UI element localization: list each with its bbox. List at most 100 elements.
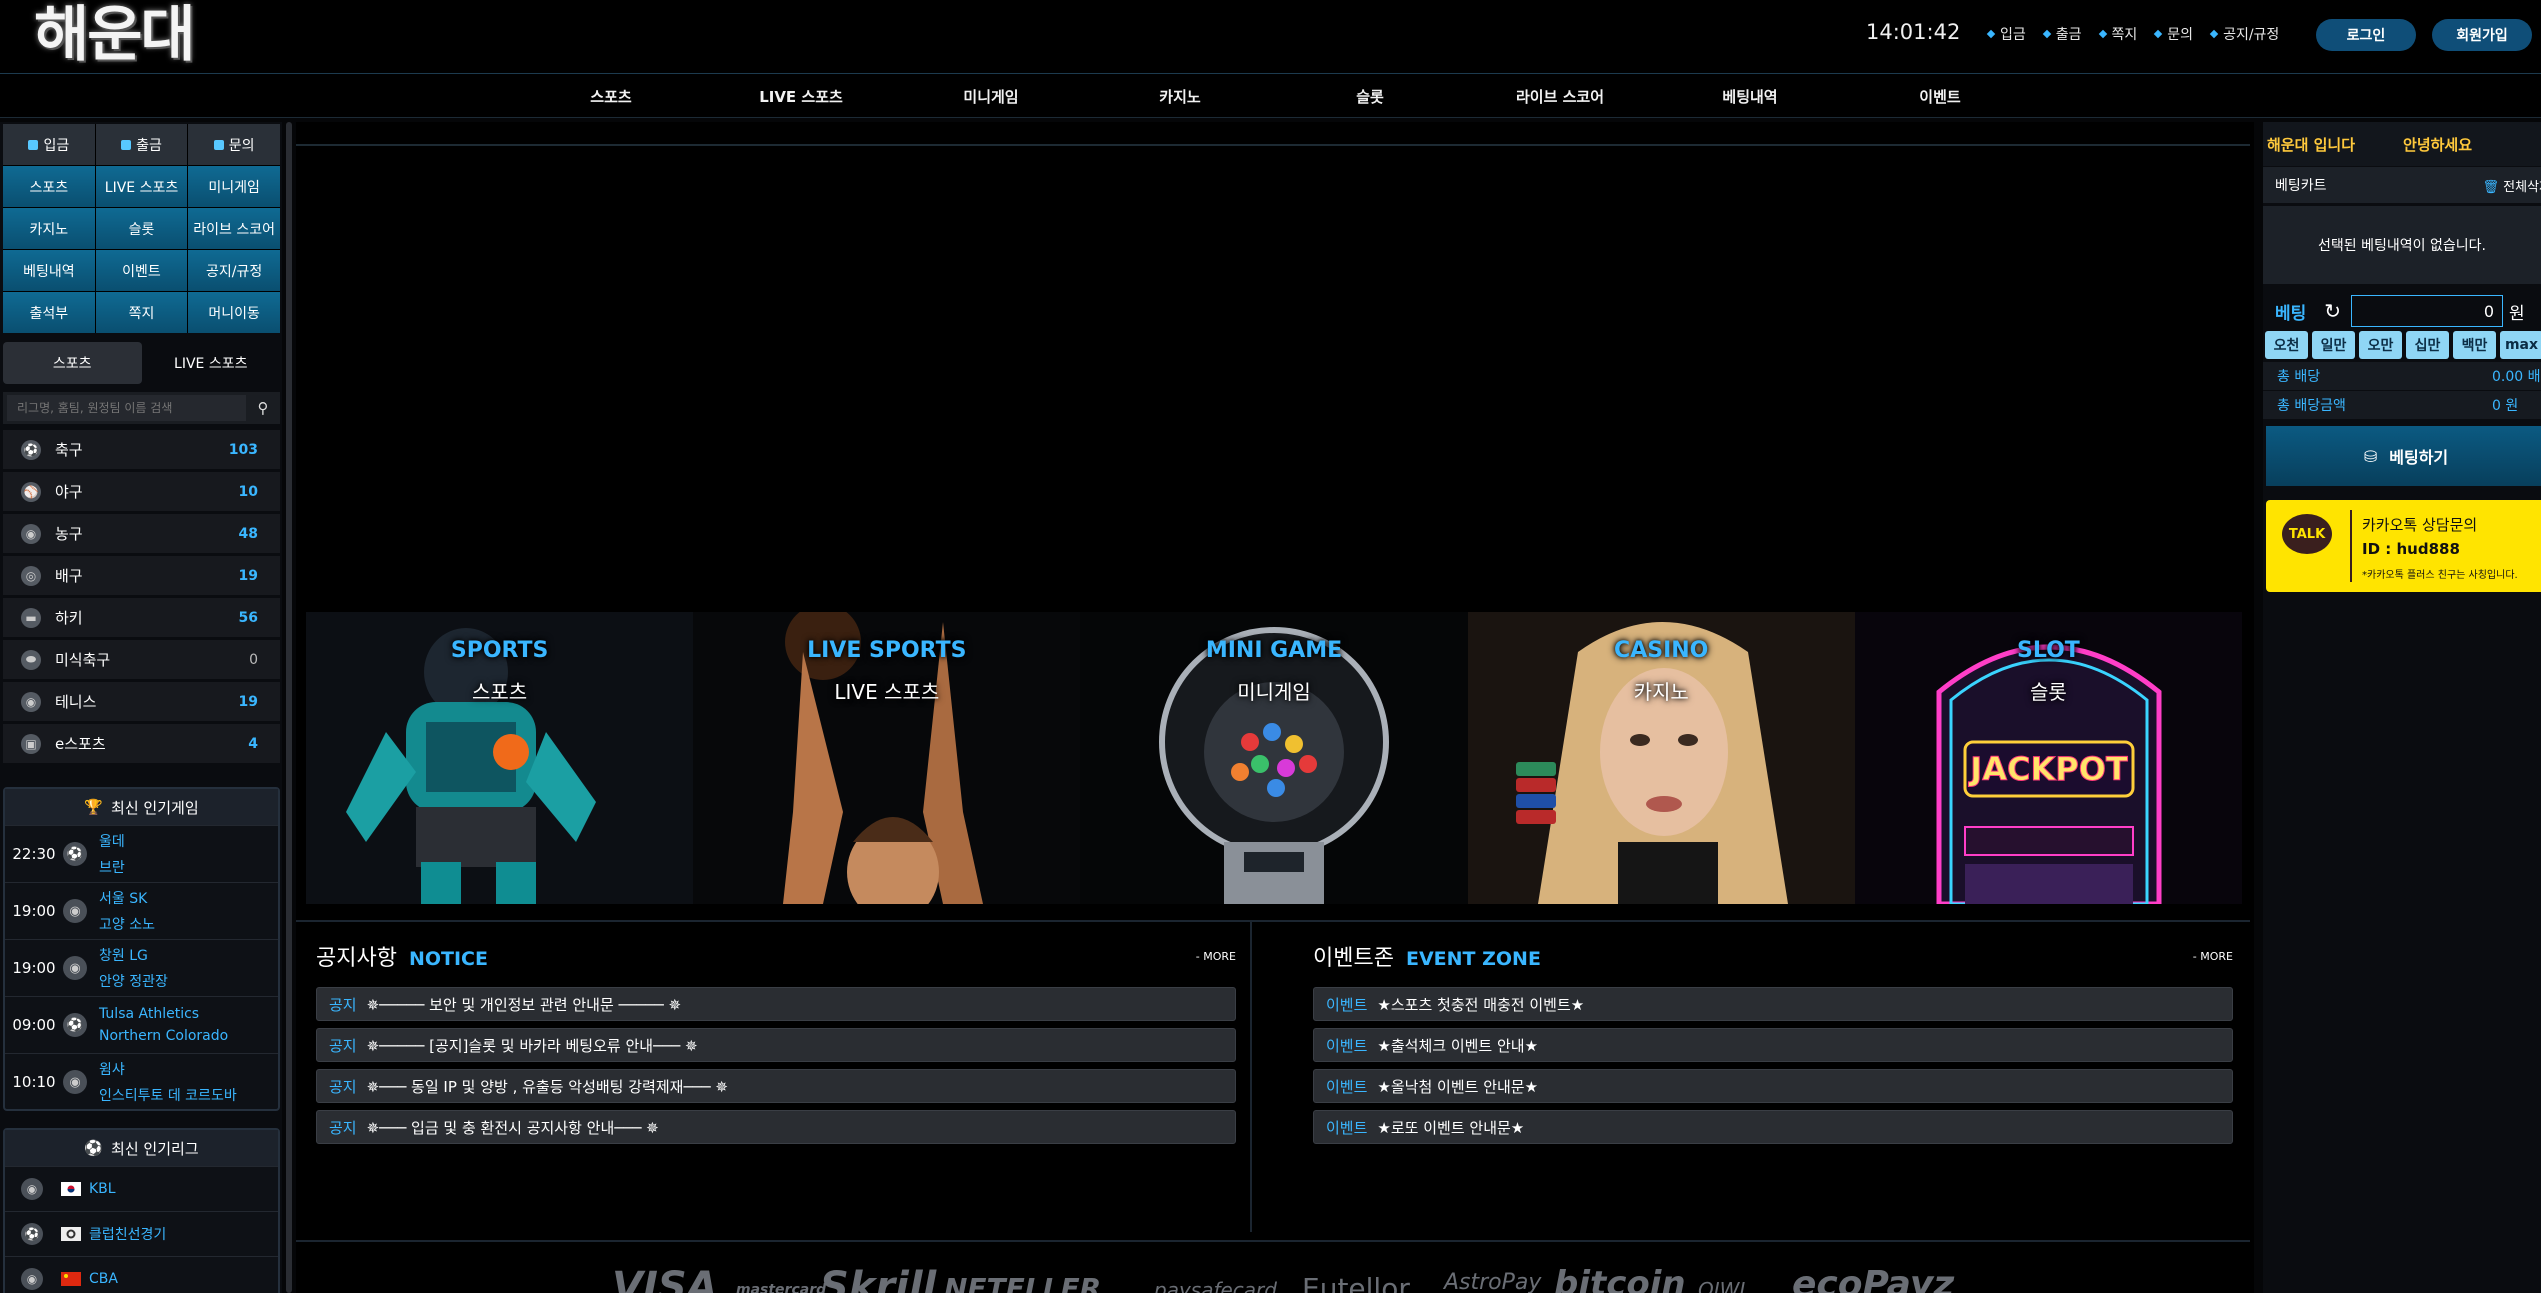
kakao-contact-banner[interactable]: TALK 카카오톡 상담문의 ID : hud888 *카카오톡 플러스 친구는… xyxy=(2266,500,2541,592)
popular-leagues: ⚽ 최신 인기리그 ◉ KBL ⚽ 클럽친선경기 ◉ CBA xyxy=(3,1128,280,1293)
menu-slot[interactable]: 슬롯 xyxy=(95,208,188,249)
top-link-inquiry[interactable]: 문의 xyxy=(2154,24,2194,44)
football-icon: ⬬ xyxy=(21,649,41,670)
menu-notice[interactable]: 공지/규정 xyxy=(188,250,280,291)
notice-tag: 공지 xyxy=(329,995,357,1014)
game-row[interactable]: 22:30 ⚽ 울데 브란 xyxy=(5,825,278,882)
search-input[interactable] xyxy=(7,395,246,421)
event-item[interactable]: 이벤트 ★스포츠 첫충전 매충전 이벤트★ xyxy=(1313,987,2233,1021)
nav-slot[interactable]: 슬롯 xyxy=(1356,86,1384,107)
sport-item-volleyball[interactable]: ◎ 배구 19 xyxy=(3,556,280,596)
tab-live-sports[interactable]: LIVE 스포츠 xyxy=(142,342,281,384)
menu-event[interactable]: 이벤트 xyxy=(95,250,188,291)
menu-inquiry[interactable]: 문의 xyxy=(188,124,280,165)
sport-item-soccer[interactable]: ⚽ 축구 103 xyxy=(3,430,280,470)
notice-item[interactable]: 공지 ✵─── 입금 및 충 환전시 공지사항 안내─── ✵ xyxy=(316,1110,1236,1144)
menu-money-transfer[interactable]: 머니이동 xyxy=(188,292,280,333)
menu-live-sports[interactable]: LIVE 스포츠 xyxy=(95,166,188,207)
menu-minigame[interactable]: 미니게임 xyxy=(188,166,280,207)
card-title: MINI GAME xyxy=(1205,638,1343,663)
kakao-id: ID : hud888 xyxy=(2362,540,2460,558)
refresh-icon[interactable]: ↻ xyxy=(2324,299,2341,323)
league-row[interactable]: ◉ KBL xyxy=(5,1166,278,1211)
menu-live-score[interactable]: 라이브 스코어 xyxy=(188,208,280,249)
sport-item-baseball[interactable]: ⚾ 야구 10 xyxy=(3,472,280,512)
nav-casino[interactable]: 카지노 xyxy=(1159,86,1200,107)
menu-message[interactable]: 쪽지 xyxy=(95,292,188,333)
menu-sports[interactable]: 스포츠 xyxy=(3,166,95,207)
card-live-sports[interactable]: LIVE SPORTS LIVE 스포츠 xyxy=(693,612,1081,904)
basketball-icon: ◉ xyxy=(21,1178,43,1200)
event-more-link[interactable]: - MORE xyxy=(2193,950,2233,963)
amount-10000-button[interactable]: 일만 xyxy=(2312,331,2355,359)
menu-bet-history[interactable]: 베팅내역 xyxy=(3,250,95,291)
sport-item-tennis[interactable]: ◉ 테니스 19 xyxy=(3,682,280,722)
nav-event[interactable]: 이벤트 xyxy=(1919,86,1960,107)
menu-deposit[interactable]: 입금 xyxy=(3,124,95,165)
event-item[interactable]: 이벤트 ★출석체크 이벤트 안내★ xyxy=(1313,1028,2233,1062)
amount-100000-button[interactable]: 십만 xyxy=(2406,331,2449,359)
notice-item[interactable]: 공지 ✵───── [공지]슬롯 및 바카라 베팅오류 안내─── ✵ xyxy=(316,1028,1236,1062)
notice-item[interactable]: 공지 ✵─── 동일 IP 및 양방 , 유출등 악성배팅 강력제재─── ✵ xyxy=(316,1069,1236,1103)
bet-label: 베팅 xyxy=(2275,303,2307,324)
bet-amount-input[interactable] xyxy=(2351,295,2504,327)
sport-item-esports[interactable]: ▣ e스포츠 4 xyxy=(3,724,280,764)
league-row[interactable]: ◉ CBA xyxy=(5,1256,278,1293)
league-row[interactable]: ⚽ 클럽친선경기 xyxy=(5,1211,278,1256)
card-casino[interactable]: CASINO 카지노 xyxy=(1467,612,1855,904)
nav-bet-history[interactable]: 베팅내역 xyxy=(1722,86,1777,107)
event-text: ★스포츠 첫충전 매충전 이벤트★ xyxy=(1377,995,1585,1014)
left-scrollbar[interactable] xyxy=(286,122,292,1293)
notice-title-kr: 공지사항 xyxy=(316,946,397,971)
diamond-icon xyxy=(2209,29,2219,39)
sport-item-hockey[interactable]: ▬ 하키 56 xyxy=(3,598,280,638)
card-sports[interactable]: SPORTS 스포츠 xyxy=(306,612,694,904)
sport-item-football[interactable]: ⬬ 미식축구 0 xyxy=(3,640,280,680)
clear-all-button[interactable]: 🗑 전체삭제 xyxy=(2483,176,2541,195)
place-bet-label: 베팅하기 xyxy=(2389,448,2449,467)
game-row[interactable]: 09:00 ⚽ Tulsa Athletics Northern Colorado xyxy=(5,996,278,1053)
nav-live-sports[interactable]: LIVE 스포츠 xyxy=(759,86,843,107)
card-slot[interactable]: JACKPOT SLOT 슬롯 xyxy=(1854,612,2243,904)
menu-attendance[interactable]: 출석부 xyxy=(3,292,95,333)
amount-1000000-button[interactable]: 백만 xyxy=(2453,331,2496,359)
amount-max-button[interactable]: max xyxy=(2500,331,2541,359)
top-link-message[interactable]: 쪽지 xyxy=(2098,24,2137,44)
login-button[interactable]: 로그인 xyxy=(2316,19,2416,51)
notice-item[interactable]: 공지 ✵───── 보안 및 개인정보 관련 안내문 ───── ✵ xyxy=(316,987,1236,1021)
card-minigame[interactable]: MINI GAME 미니게임 xyxy=(1080,612,1468,904)
sport-item-basketball[interactable]: ◉ 농구 48 xyxy=(3,514,280,554)
soccer-icon: ⚽ xyxy=(84,1139,104,1157)
menu-withdraw[interactable]: 출금 xyxy=(95,124,188,165)
event-item[interactable]: 이벤트 ★올낙첨 이벤트 안내문★ xyxy=(1313,1069,2233,1103)
skrill-logo: Skrill xyxy=(820,1264,937,1293)
game-row[interactable]: 19:00 ◉ 창원 LG 안양 정관장 xyxy=(5,939,278,996)
nav-sports[interactable]: 스포츠 xyxy=(590,86,631,107)
amount-5000-button[interactable]: 오천 xyxy=(2265,331,2308,359)
notice-more-link[interactable]: - MORE xyxy=(1196,950,1236,963)
top-link-notice[interactable]: 공지/규정 xyxy=(2209,24,2279,44)
top-link-label: 입금 xyxy=(2000,27,2026,43)
amount-50000-button[interactable]: 오만 xyxy=(2359,331,2402,359)
event-item[interactable]: 이벤트 ★로또 이벤트 안내문★ xyxy=(1313,1110,2233,1144)
nav-minigame[interactable]: 미니게임 xyxy=(963,86,1018,107)
search-icon[interactable]: ⚲ xyxy=(246,399,280,417)
menu-casino[interactable]: 카지노 xyxy=(3,208,95,249)
kakao-talk-icon: TALK xyxy=(2282,514,2332,554)
join-button[interactable]: 회원가입 xyxy=(2432,19,2532,51)
home-team: 창원 LG xyxy=(99,948,148,964)
game-row[interactable]: 10:10 ◉ 윔샤 인스티투토 데 코르도바 xyxy=(5,1053,278,1110)
page: 해운대 14:01:42 입금 출금 쪽지 문의 공지/규정 로그인 회원가입 … xyxy=(0,0,2541,1293)
top-link-deposit[interactable]: 입금 xyxy=(1986,24,2026,44)
world-flag-icon xyxy=(61,1227,81,1241)
footer-divider xyxy=(296,1240,2250,1242)
logo[interactable]: 해운대 xyxy=(34,4,196,66)
sport-count: 19 xyxy=(238,567,258,584)
game-row[interactable]: 19:00 ◉ 서울 SK 고양 소노 xyxy=(5,882,278,939)
top-link-label: 문의 xyxy=(2167,27,2194,43)
league-name: 클럽친선경기 xyxy=(89,1227,167,1243)
tab-sports[interactable]: 스포츠 xyxy=(3,342,142,384)
nav-live-score[interactable]: 라이브 스코어 xyxy=(1516,86,1604,107)
top-link-withdraw[interactable]: 출금 xyxy=(2042,24,2082,44)
place-bet-button[interactable]: ⛁ 베팅하기 xyxy=(2266,426,2541,486)
